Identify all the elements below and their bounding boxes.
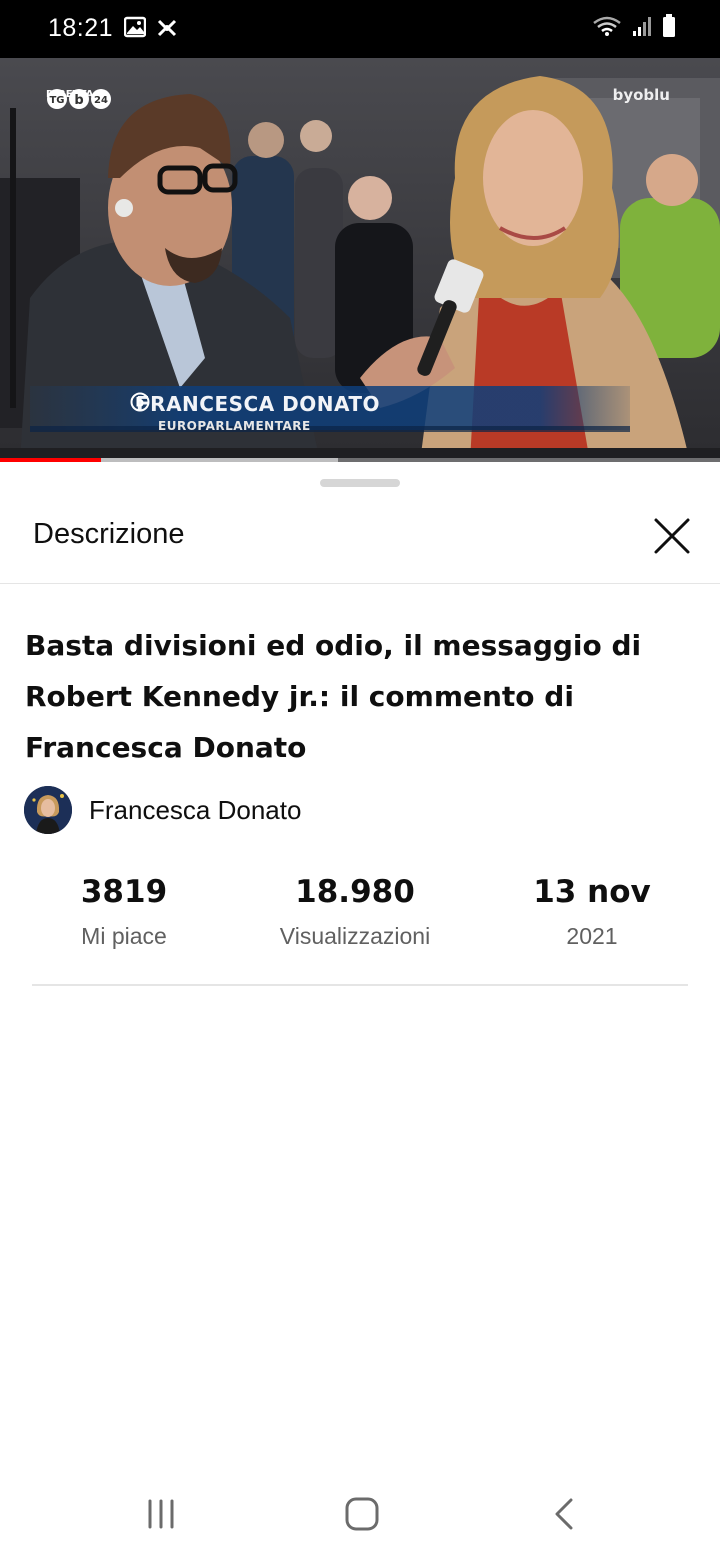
channel-row[interactable]: Francesca Donato — [24, 786, 301, 834]
sheet-title: Descrizione — [33, 518, 185, 550]
back-button[interactable] — [534, 1492, 594, 1536]
image-icon — [123, 16, 147, 43]
publish-day: 13 nov — [533, 874, 651, 910]
publish-year: 2021 — [566, 923, 618, 949]
views-label: Visualizzazioni — [279, 923, 431, 949]
signal-icon — [632, 15, 652, 42]
caption-name: FRANCESCA DONATO — [136, 392, 381, 416]
system-nav-bar — [0, 1466, 720, 1560]
app-notification-icon — [155, 16, 179, 45]
drag-handle[interactable] — [320, 479, 400, 487]
close-icon — [654, 518, 690, 554]
likes-count: 3819 — [80, 874, 168, 910]
recent-apps-button[interactable] — [131, 1492, 191, 1536]
channel-logo-overlay: TG b 24 DIRETTA — [46, 88, 111, 109]
svg-text:24: 24 — [94, 95, 108, 106]
svg-text:TG: TG — [49, 95, 64, 106]
back-icon — [555, 1498, 573, 1530]
stat-views: 18.980 Visualizzazioni — [255, 874, 455, 950]
channel-name[interactable]: Francesca Donato — [89, 795, 301, 826]
home-icon — [345, 1497, 379, 1531]
status-time: 18:21 — [48, 14, 114, 42]
status-bar: 18:21 — [0, 0, 720, 58]
wifi-icon — [592, 15, 622, 42]
home-button[interactable] — [332, 1492, 392, 1536]
stats-divider — [32, 984, 688, 986]
likes-label: Mi piace — [81, 923, 167, 949]
channel-avatar[interactable] — [24, 786, 72, 834]
close-button[interactable] — [648, 512, 696, 560]
video-player[interactable]: TG b 24 DIRETTA byoblu b FRANCESCA DONATO … — [0, 58, 720, 462]
stat-likes: 3819 Mi piace — [24, 874, 224, 950]
status-right-icons — [592, 14, 676, 43]
video-title: Basta divisioni ed odio, il messaggio di… — [25, 629, 642, 764]
video-stats: 3819 Mi piace 18.980 Visualizzazioni 13 … — [0, 874, 720, 954]
sheet-header: Descrizione — [0, 502, 720, 584]
recent-apps-icon — [148, 1499, 174, 1529]
video-lower-third: b FRANCESCA DONATO EUROPARLAMENTARE — [130, 392, 600, 433]
views-count: 18.980 — [295, 874, 415, 910]
stat-date: 13 nov 2021 — [492, 874, 692, 950]
description-sheet: Descrizione Basta divisioni ed odio, il … — [0, 462, 720, 1560]
battery-icon — [662, 14, 676, 43]
svg-text:b: b — [74, 93, 83, 108]
svg-text:b: b — [135, 396, 144, 410]
caption-role: EUROPARLAMENTARE — [158, 419, 311, 433]
byoblu-watermark: byoblu — [612, 86, 670, 104]
tg-logo-icon: TG b 24 — [47, 89, 111, 109]
